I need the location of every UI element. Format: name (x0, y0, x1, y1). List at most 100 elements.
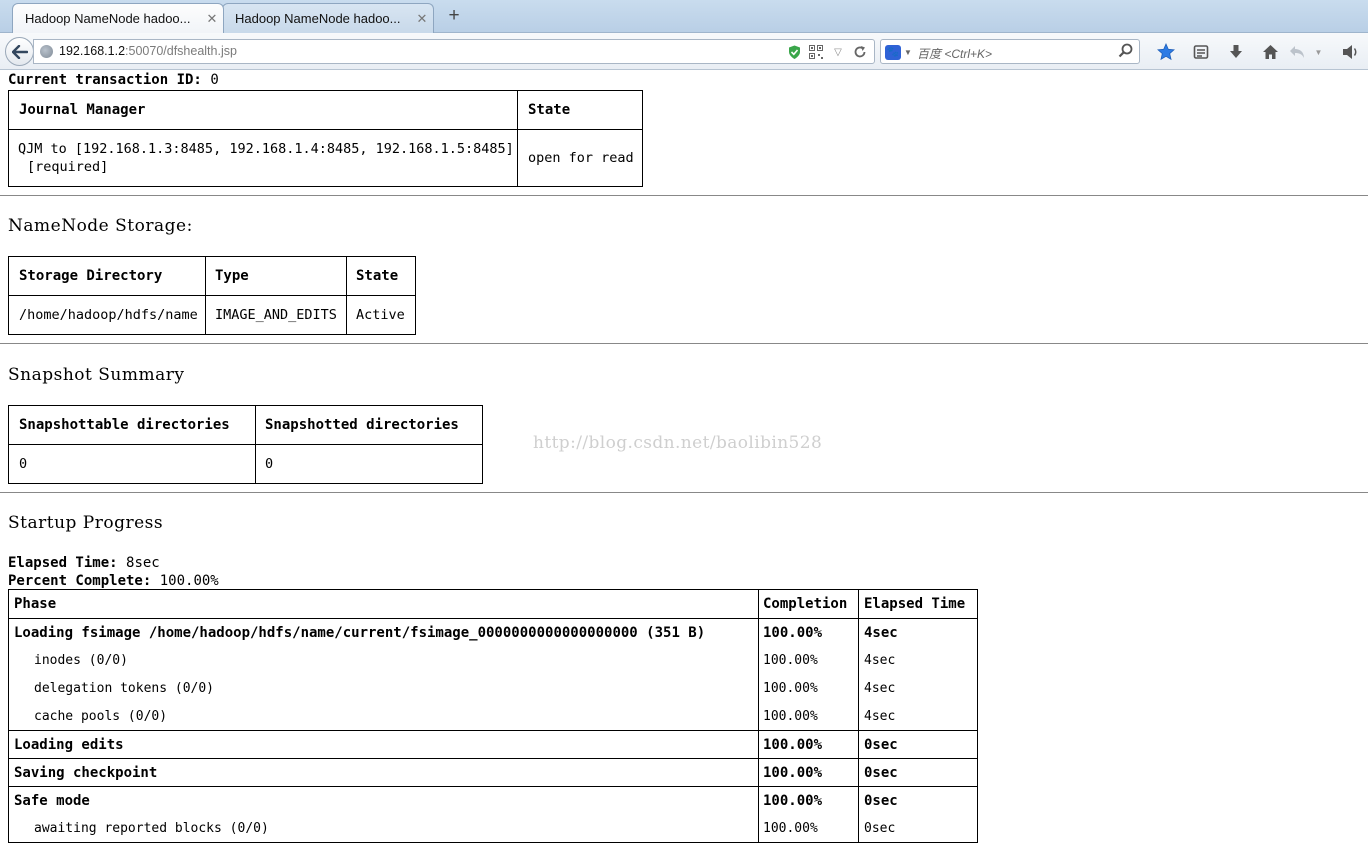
phase-elapsed-cell: 0sec (858, 786, 978, 815)
column-header: Storage Directory (8, 256, 206, 296)
navigation-bar: 192.168.1.2:50070/dfshealth.jsp ▽ 🐾 ▼ 百度… (0, 33, 1368, 70)
journal-manager-text: QJM to [192.168.1.3:8485, 192.168.1.4:84… (18, 141, 514, 157)
reload-icon[interactable] (852, 44, 868, 60)
journal-manager-required: [required] (27, 159, 109, 175)
search-icon[interactable] (1118, 43, 1133, 63)
qr-code-icon[interactable] (808, 44, 824, 60)
journal-table: Journal Manager State QJM to [192.168.1.… (8, 90, 643, 187)
transaction-id-label: Current transaction ID: (8, 72, 202, 88)
snapshottable-count-cell: 0 (8, 444, 256, 484)
step-name-cell: delegation tokens (0/0) (8, 674, 759, 703)
search-bar[interactable]: 🐾 ▼ 百度 <Ctrl+K> (880, 39, 1140, 64)
percent-complete-line: Percent Complete: 100.00% (8, 572, 219, 590)
snapshotted-count-cell: 0 (255, 444, 483, 484)
watermark: http://blog.csdn.net/baolibin528 (533, 433, 823, 453)
search-engine-selector[interactable]: 🐾 ▼ (885, 43, 915, 61)
table-header-row: Journal Manager State (8, 90, 643, 130)
step-name-cell: inodes (0/0) (8, 646, 759, 675)
step-elapsed-cell: 4sec (858, 702, 978, 731)
column-header: Phase (8, 589, 759, 619)
address-bar[interactable]: 192.168.1.2:50070/dfshealth.jsp ▽ (33, 39, 875, 64)
divider (0, 343, 1368, 344)
storage-type-cell: IMAGE_AND_EDITS (205, 295, 347, 335)
chevron-down-icon[interactable]: ▼ (1315, 48, 1323, 57)
startup-progress-table: Phase Completion Elapsed Time Loading fs… (8, 589, 978, 843)
home-icon[interactable] (1253, 40, 1288, 64)
column-header: Snapshotted directories (255, 405, 483, 445)
table-header-row: Storage Directory Type State (8, 256, 416, 296)
snapshot-title: Snapshot Summary (8, 365, 185, 385)
divider (0, 492, 1368, 493)
phase-row: Saving checkpoint 100.00% 0sec (8, 758, 978, 787)
url-text[interactable]: 192.168.1.2:50070/dfshealth.jsp (59, 44, 237, 58)
url-path: :50070/dfshealth.jsp (125, 44, 237, 58)
elapsed-time-value: 8sec (126, 555, 160, 571)
column-header: Completion (758, 589, 859, 619)
storage-dir-cell: /home/hadoop/hdfs/name (8, 295, 206, 335)
step-elapsed-cell: 4sec (858, 674, 978, 703)
back-arrow-icon (11, 44, 28, 59)
tab-title: Hadoop NameNode hadoo... (235, 11, 401, 26)
transaction-id-line: Current transaction ID: 0 (8, 72, 219, 88)
column-header: State (517, 90, 643, 130)
storage-table: Storage Directory Type State /home/hadoo… (8, 256, 416, 335)
phase-name-cell: Saving checkpoint (8, 758, 759, 787)
phase-row: Safe mode 100.00% 0sec (8, 786, 978, 815)
percent-complete-value: 100.00% (159, 573, 219, 589)
elapsed-time-line: Elapsed Time: 8sec (8, 554, 219, 572)
journal-manager-cell: QJM to [192.168.1.3:8485, 192.168.1.4:84… (8, 129, 518, 187)
table-header-row: Phase Completion Elapsed Time (8, 589, 978, 619)
chevron-down-icon: ▼ (904, 47, 912, 57)
phase-completion-cell: 100.00% (758, 758, 859, 787)
column-header: Journal Manager (8, 90, 518, 130)
baidu-paw-icon: 🐾 (885, 44, 901, 60)
url-host: 192.168.1.2 (59, 44, 126, 58)
browser-tab-2[interactable]: Hadoop NameNode hadoo... ✕ (222, 3, 434, 33)
step-elapsed-cell: 4sec (858, 646, 978, 675)
reading-list-icon[interactable] (1183, 40, 1218, 64)
phase-name-cell: Loading fsimage /home/hadoop/hdfs/name/c… (8, 618, 759, 647)
storage-state-cell: Active (346, 295, 416, 335)
step-completion-cell: 100.00% (758, 702, 859, 731)
phase-completion-cell: 100.00% (758, 786, 859, 815)
bookmark-star-icon[interactable] (1148, 40, 1183, 64)
undo-icon[interactable]: ▼ (1288, 40, 1323, 64)
new-tab-button[interactable]: + (443, 4, 465, 28)
phase-elapsed-cell: 0sec (858, 758, 978, 787)
startup-title: Startup Progress (8, 513, 164, 533)
startup-summary: Elapsed Time: 8sec Percent Complete: 100… (8, 554, 219, 590)
step-elapsed-cell: 0sec (858, 814, 978, 843)
step-completion-cell: 100.00% (758, 674, 859, 703)
phase-row: Loading fsimage /home/hadoop/hdfs/name/c… (8, 618, 978, 647)
dfshealth-page: Current transaction ID: 0 Journal Manage… (0, 71, 1368, 865)
close-icon[interactable]: ✕ (201, 11, 223, 27)
divider (0, 195, 1368, 196)
column-header: Elapsed Time (858, 589, 978, 619)
table-row: /home/hadoop/hdfs/name IMAGE_AND_EDITS A… (8, 295, 416, 335)
elapsed-time-label: Elapsed Time: (8, 555, 118, 571)
globe-icon (40, 45, 53, 58)
speaker-icon[interactable] (1333, 40, 1368, 64)
column-header: Type (205, 256, 347, 296)
close-icon[interactable]: ✕ (411, 11, 433, 27)
tab-title: Hadoop NameNode hadoo... (25, 11, 191, 26)
back-button[interactable] (5, 37, 34, 66)
phase-completion-cell: 100.00% (758, 730, 859, 759)
step-name-cell: cache pools (0/0) (8, 702, 759, 731)
step-row: cache pools (0/0) 100.00% 4sec (8, 702, 978, 731)
table-row: 0 0 (8, 444, 483, 484)
dropdown-icon[interactable]: ▽ (830, 44, 846, 60)
step-name-cell: awaiting reported blocks (0/0) (8, 814, 759, 843)
percent-complete-label: Percent Complete: (8, 573, 152, 589)
step-row: delegation tokens (0/0) 100.00% 4sec (8, 674, 978, 703)
step-completion-cell: 100.00% (758, 814, 859, 843)
search-placeholder: 百度 <Ctrl+K> (917, 47, 993, 61)
storage-title: NameNode Storage: (8, 216, 193, 236)
step-completion-cell: 100.00% (758, 646, 859, 675)
phase-name-cell: Safe mode (8, 786, 759, 815)
phase-row: Loading edits 100.00% 0sec (8, 730, 978, 759)
download-icon[interactable] (1218, 40, 1253, 64)
shield-icon[interactable] (786, 44, 802, 60)
step-row: awaiting reported blocks (0/0) 100.00% 0se… (8, 814, 978, 843)
browser-tab-1[interactable]: Hadoop NameNode hadoo... ✕ (12, 3, 224, 33)
